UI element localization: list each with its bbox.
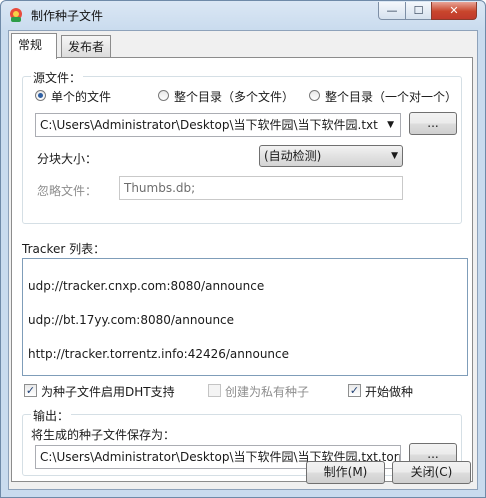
tab-publisher[interactable]: 发布者 [61, 35, 111, 57]
ignore-files-field: Thumbs.db; [119, 176, 403, 200]
tab-general[interactable]: 常规 [11, 33, 57, 59]
dht-label: 为种子文件启用DHT支持 [41, 385, 175, 399]
title-bar[interactable]: 制作种子文件 — ☐ ✕ [1, 1, 485, 29]
app-icon [10, 8, 22, 22]
start-seeding-label: 开始做种 [365, 385, 414, 399]
minimize-icon: — [386, 4, 398, 17]
private-label: 创建为私有种子 [225, 385, 310, 399]
save-as-label: 将生成的种子文件保存为： [31, 428, 176, 442]
source-group-label: 源文件： [31, 69, 84, 86]
dialog-client: 常规 发布者 源文件： 单个的文件 整个目录（多个文件） 整个目录（一个对一个） [8, 30, 478, 490]
browse-source-button[interactable]: ... [409, 112, 457, 135]
chevron-down-icon[interactable]: ▼ [387, 114, 394, 136]
piece-size-select[interactable]: (自动检测) ▼ [259, 145, 403, 167]
private-checkbox [208, 384, 221, 397]
main-window: 制作种子文件 — ☐ ✕ 常规 发布者 源文件： 单个的文件 整个目录（多个文件… [0, 0, 486, 498]
close-window-button[interactable]: ✕ [431, 2, 477, 20]
radio-single-indicator[interactable] [35, 90, 46, 101]
window-title: 制作种子文件 [31, 9, 104, 23]
general-panel: 源文件： 单个的文件 整个目录（多个文件） 整个目录（一个对一个） C:\Use… [11, 57, 473, 482]
radio-each-indicator[interactable] [309, 90, 320, 101]
output-group-label: 输出： [31, 407, 72, 424]
ignore-files-value: Thumbs.db; [124, 181, 196, 195]
radio-multi-indicator[interactable] [158, 90, 169, 101]
radio-multi-label: 整个目录（多个文件） [174, 90, 295, 104]
tracker-item[interactable]: udp://bt.17yy.com:8080/announce [28, 313, 234, 327]
make-button[interactable]: 制作(M) [306, 461, 385, 484]
source-group: 源文件： 单个的文件 整个目录（多个文件） 整个目录（一个对一个） C:\Use… [22, 69, 462, 224]
tracker-item[interactable]: http://tracker.torrentz.info:42426/annou… [28, 347, 289, 361]
tracker-list[interactable]: udp://tracker.cnxp.com:8080/announce udp… [22, 258, 468, 376]
piece-size-value: (自动检测) [264, 149, 322, 163]
piece-size-label: 分块大小： [37, 152, 98, 166]
tracker-list-label: Tracker 列表： [22, 242, 106, 256]
dht-checkbox[interactable]: ✓ [24, 384, 37, 397]
radio-each-label: 整个目录（一个对一个） [325, 90, 458, 104]
checkmark-icon: ✓ [25, 384, 36, 397]
maximize-icon: ☐ [413, 4, 424, 17]
source-path-combo[interactable]: C:\Users\Administrator\Desktop\当下软件园\当下软… [35, 113, 401, 137]
minimize-button[interactable]: — [378, 2, 406, 20]
close-icon: ✕ [449, 4, 459, 17]
radio-single-label: 单个的文件 [51, 90, 112, 104]
chevron-down-icon: ▼ [391, 151, 398, 161]
source-path-value: C:\Users\Administrator\Desktop\当下软件园\当下软… [40, 118, 378, 132]
tracker-item[interactable]: udp://tracker.cnxp.com:8080/announce [28, 279, 264, 293]
start-seeding-checkbox[interactable]: ✓ [348, 384, 361, 397]
checkmark-icon: ✓ [349, 384, 360, 397]
ignore-files-label: 忽略文件： [37, 184, 98, 198]
maximize-button[interactable]: ☐ [405, 2, 432, 20]
close-button[interactable]: 关闭(C) [392, 461, 471, 484]
